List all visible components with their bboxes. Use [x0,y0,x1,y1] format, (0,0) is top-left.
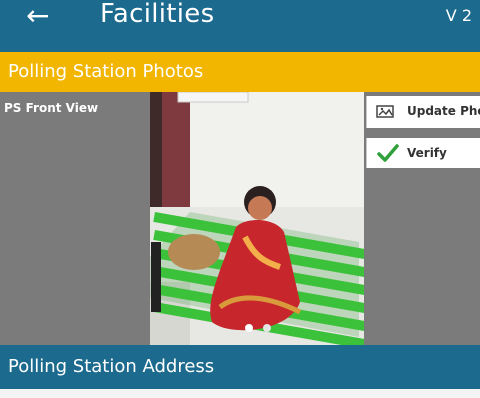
address-section-header: Polling Station Address [0,345,480,389]
ps-front-view-label: PS Front View [4,101,99,115]
check-icon [377,144,399,162]
photo-illustration [150,92,364,345]
version-label: V 2 [445,6,472,25]
arrow-left-icon[interactable]: ← [26,2,49,30]
verify-button[interactable]: Verify [366,138,480,168]
carousel-dot[interactable] [263,324,271,332]
polling-station-photo[interactable] [150,92,364,345]
verify-label: Verify [407,146,447,160]
app-bar: ← Facilities V 2 [0,0,480,52]
carousel-dot-active[interactable] [245,324,253,332]
update-photo-button[interactable]: Update Photo [366,96,480,128]
image-upload-icon [376,105,394,118]
content-strip [0,389,480,398]
update-photo-label: Update Photo [407,104,480,118]
photos-section-header: Polling Station Photos [0,52,480,92]
page-title: Facilities [100,0,215,29]
